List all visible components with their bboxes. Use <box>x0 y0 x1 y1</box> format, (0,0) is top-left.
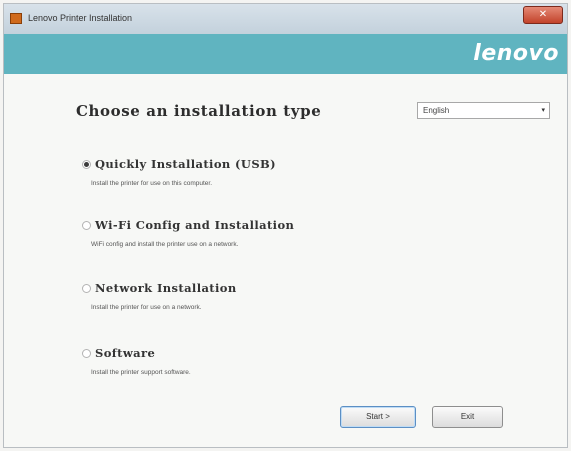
brand-banner: lenovo <box>4 34 567 74</box>
option-label: Software <box>95 346 156 360</box>
app-icon <box>10 13 22 24</box>
option-description: Install the printer support software. <box>91 369 191 376</box>
lenovo-logo: lenovo <box>473 41 559 66</box>
main-content: Choose an installation type English ▾ Qu… <box>4 74 567 447</box>
option-description: Install the printer for use on this comp… <box>91 180 213 187</box>
option-network[interactable]: Network Installation Install the printer… <box>82 281 502 311</box>
title-bar: Lenovo Printer Installation ✕ <box>4 4 567 35</box>
language-select[interactable]: English ▾ <box>417 102 550 119</box>
radio-usb[interactable] <box>82 160 91 169</box>
option-label: Quickly Installation (USB) <box>95 157 276 171</box>
exit-button[interactable]: Exit <box>432 406 503 428</box>
radio-software[interactable] <box>82 349 91 358</box>
option-wifi[interactable]: Wi-Fi Config and Installation WiFi confi… <box>82 218 502 248</box>
page-title: Choose an installation type <box>76 102 322 120</box>
installer-window: Lenovo Printer Installation ✕ lenovo Cho… <box>3 3 568 448</box>
language-selected-value: English <box>423 106 450 115</box>
chevron-down-icon: ▾ <box>541 107 545 114</box>
option-usb[interactable]: Quickly Installation (USB) Install the p… <box>82 157 502 187</box>
radio-wifi[interactable] <box>82 221 91 230</box>
option-label: Wi-Fi Config and Installation <box>95 218 295 232</box>
option-description: WiFi config and install the printer use … <box>91 241 239 248</box>
close-button[interactable]: ✕ <box>523 6 563 24</box>
option-label: Network Installation <box>95 281 237 295</box>
option-description: Install the printer for use on a network… <box>91 304 202 311</box>
window-title: Lenovo Printer Installation <box>28 13 133 23</box>
option-software[interactable]: Software Install the printer support sof… <box>82 346 502 376</box>
radio-network[interactable] <box>82 284 91 293</box>
start-button[interactable]: Start > <box>340 406 416 428</box>
